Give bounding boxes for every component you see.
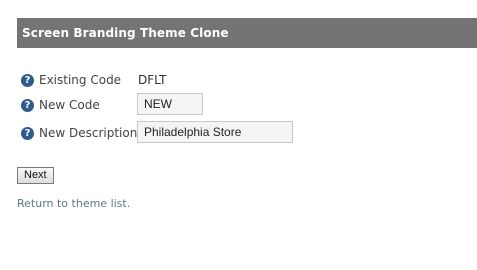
existing-code-row: ? Existing Code [21, 68, 121, 92]
new-description-label: New Description [39, 126, 138, 140]
existing-code-value: DFLT [138, 73, 167, 87]
help-icon[interactable]: ? [21, 73, 34, 87]
existing-code-label: Existing Code [39, 73, 122, 87]
new-code-label: New Code [39, 98, 100, 112]
return-to-theme-list-link[interactable]: Return to theme list. [17, 197, 130, 210]
new-description-row: ? New Description [21, 121, 137, 145]
help-icon[interactable]: ? [21, 126, 34, 140]
next-button[interactable]: Next [17, 167, 54, 184]
help-icon[interactable]: ? [21, 98, 34, 112]
new-description-input[interactable] [137, 121, 293, 143]
new-code-input[interactable] [137, 93, 203, 115]
page-title: Screen Branding Theme Clone [17, 18, 477, 48]
new-code-row: ? New Code [21, 93, 100, 117]
